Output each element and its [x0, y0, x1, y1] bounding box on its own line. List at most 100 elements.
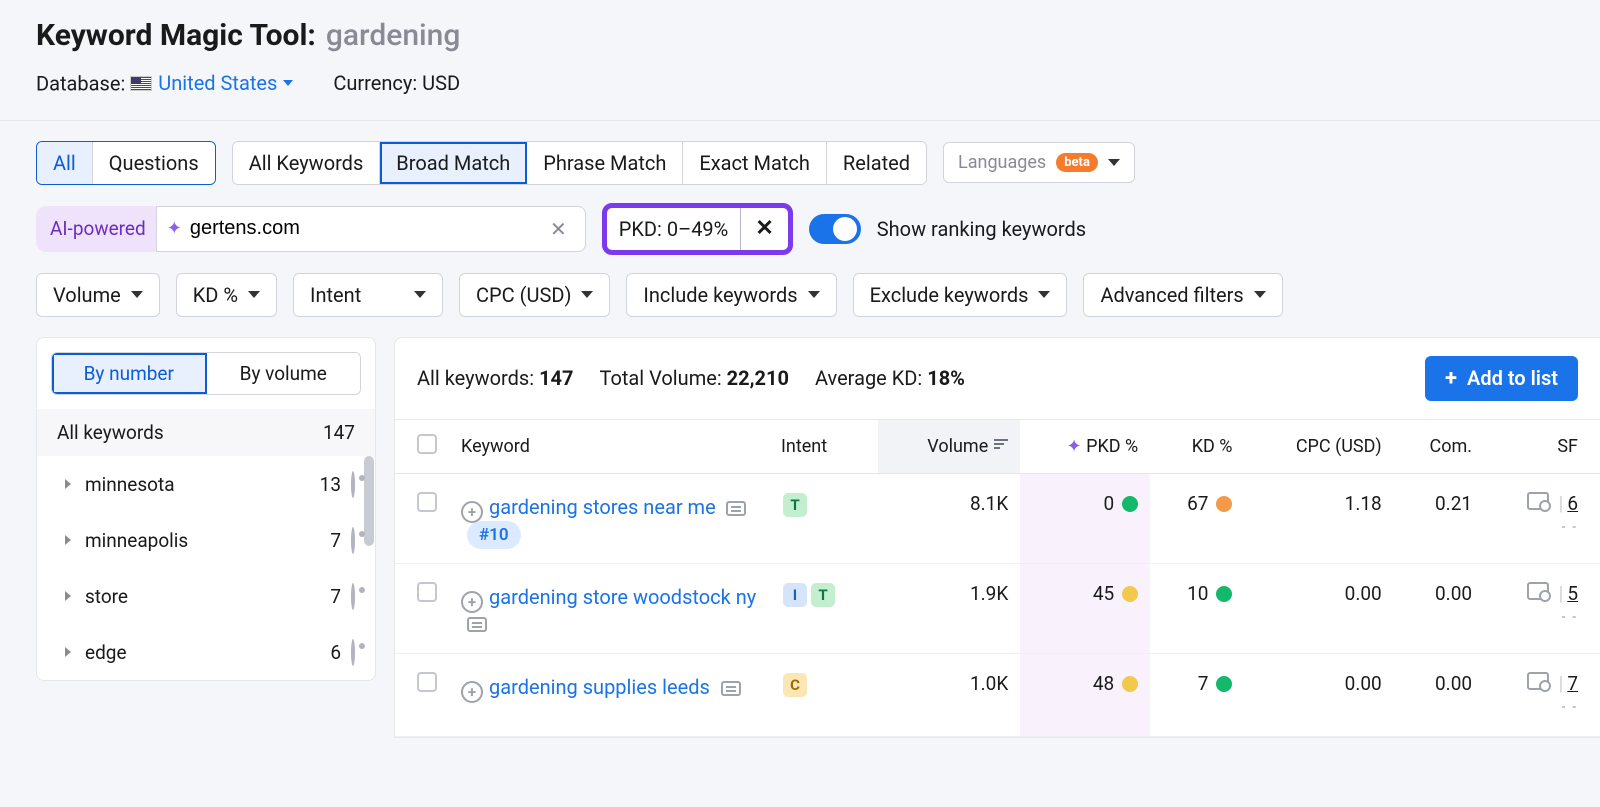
sidebar-item-label: minnesota	[85, 473, 175, 496]
eye-icon[interactable]	[351, 583, 355, 610]
sidebar-item[interactable]: minneapolis 7	[37, 512, 375, 568]
cell-pkd: 48	[1020, 653, 1150, 736]
summary-vol-value: 22,210	[727, 366, 789, 390]
chevron-down-icon	[1108, 159, 1120, 166]
filter-kd[interactable]: KD %	[176, 273, 277, 317]
tab-all[interactable]: All	[37, 142, 93, 184]
cell-kd: 10	[1150, 563, 1244, 653]
tab-questions[interactable]: Questions	[93, 142, 215, 184]
pkd-filter-remove[interactable]: ✕	[741, 208, 787, 250]
cell-com: 0.00	[1394, 653, 1484, 736]
filter-volume[interactable]: Volume	[36, 273, 160, 317]
currency-value: USD	[422, 71, 460, 95]
show-ranking-label: Show ranking keywords	[877, 217, 1086, 241]
filter-include[interactable]: Include keywords	[626, 273, 836, 317]
col-intent[interactable]: Intent	[769, 419, 878, 473]
intent-badge: I	[783, 583, 807, 607]
cell-cpc: 0.00	[1244, 653, 1393, 736]
domain-input[interactable]	[190, 217, 534, 240]
col-volume[interactable]: Volume	[878, 419, 1021, 473]
difficulty-dot	[1216, 496, 1232, 512]
sidebar-item-label: edge	[85, 641, 127, 664]
expand-keyword-button[interactable]: +	[461, 501, 483, 523]
expand-keyword-button[interactable]: +	[461, 681, 483, 703]
cell-com: 0.00	[1394, 563, 1484, 653]
difficulty-dot	[1122, 496, 1138, 512]
chevron-down-icon	[808, 291, 820, 298]
expand-keyword-button[interactable]: +	[461, 591, 483, 613]
serp-features-icon	[1527, 492, 1549, 510]
cell-cpc: 1.18	[1244, 473, 1393, 563]
tab-all-keywords[interactable]: All Keywords	[233, 142, 381, 184]
difficulty-dot	[1122, 676, 1138, 692]
serp-features-icon	[1527, 672, 1549, 690]
col-kd[interactable]: KD %	[1150, 419, 1244, 473]
row-checkbox[interactable]	[417, 582, 437, 602]
tab-group-match: All Keywords Broad Match Phrase Match Ex…	[232, 141, 927, 185]
cell-pkd: 0	[1020, 473, 1150, 563]
serp-icon[interactable]	[721, 681, 741, 696]
sidebar-item-label: store	[85, 585, 128, 608]
serp-icon[interactable]	[467, 617, 487, 632]
database-value: United States	[158, 71, 277, 95]
chevron-down-icon	[414, 291, 426, 298]
database-selector[interactable]: United States	[130, 71, 293, 95]
col-keyword[interactable]: Keyword	[449, 419, 769, 473]
pkd-filter-label[interactable]: PKD: 0–49%	[607, 208, 742, 250]
sparkle-icon: ✦	[1067, 436, 1082, 457]
keyword-link[interactable]: gardening store woodstock ny	[489, 585, 756, 609]
tab-phrase-match[interactable]: Phrase Match	[527, 142, 683, 184]
sidebar-all-keywords[interactable]: All keywords 147	[37, 409, 375, 456]
cell-volume: 8.1K	[878, 473, 1021, 563]
col-com[interactable]: Com.	[1394, 419, 1484, 473]
select-all-checkbox[interactable]	[417, 434, 437, 454]
col-cpc[interactable]: CPC (USD)	[1244, 419, 1393, 473]
intent-badge: T	[811, 583, 835, 607]
sidebar-item[interactable]: edge6	[37, 624, 375, 680]
languages-label: Languages	[958, 152, 1046, 173]
sidebar-scrollbar[interactable]	[364, 456, 374, 680]
keyword-link[interactable]: gardening supplies leeds	[489, 675, 710, 699]
show-ranking-toggle[interactable]	[809, 214, 861, 244]
eye-icon[interactable]	[351, 639, 355, 666]
tab-broad-match[interactable]: Broad Match	[380, 142, 527, 184]
sidebar-tab-by-volume[interactable]: By volume	[207, 353, 361, 394]
eye-icon[interactable]	[351, 527, 355, 554]
chevron-right-icon	[65, 591, 71, 601]
tab-exact-match[interactable]: Exact Match	[683, 142, 827, 184]
add-to-list-button[interactable]: + Add to list	[1425, 356, 1578, 401]
row-checkbox[interactable]	[417, 492, 437, 512]
keyword-link[interactable]: gardening stores near me	[489, 495, 716, 519]
results-panel: All keywords: 147 Total Volume: 22,210 A…	[394, 337, 1600, 738]
serp-icon[interactable]	[726, 501, 746, 516]
col-sf[interactable]: SF	[1484, 419, 1600, 473]
cell-kd: 7	[1150, 653, 1244, 736]
filter-exclude[interactable]: Exclude keywords	[853, 273, 1068, 317]
chevron-down-icon	[1038, 291, 1050, 298]
summary-allkw-value: 147	[539, 366, 573, 390]
rank-badge: #10	[467, 521, 521, 549]
summary-kd-label: Average KD:	[815, 366, 922, 390]
eye-icon[interactable]	[351, 471, 355, 498]
page-title: Keyword Magic Tool:	[36, 18, 316, 53]
languages-selector[interactable]: Languages beta	[943, 142, 1135, 183]
filter-cpc[interactable]: CPC (USD)	[459, 273, 610, 317]
filter-advanced[interactable]: Advanced filters	[1083, 273, 1282, 317]
sort-desc-icon	[994, 437, 1008, 451]
sidebar-tab-by-number[interactable]: By number	[52, 353, 207, 394]
beta-badge: beta	[1056, 153, 1098, 172]
cell-volume: 1.0K	[878, 653, 1021, 736]
sidebar-item-label: minneapolis	[85, 529, 188, 552]
sidebar-item[interactable]: store7	[37, 568, 375, 624]
us-flag-icon	[130, 76, 152, 91]
clear-domain-button[interactable]: ✕	[542, 213, 575, 245]
filter-intent[interactable]: Intent	[293, 273, 443, 317]
col-pkd[interactable]: ✦ PKD %	[1020, 419, 1150, 473]
tab-related[interactable]: Related	[827, 142, 926, 184]
cell-sf[interactable]: |5- -	[1484, 563, 1600, 653]
sidebar-item[interactable]: minnesota13	[37, 456, 375, 512]
sidebar-item-count: 7	[330, 529, 341, 552]
cell-sf[interactable]: |6- -	[1484, 473, 1600, 563]
cell-sf[interactable]: |7- -	[1484, 653, 1600, 736]
row-checkbox[interactable]	[417, 672, 437, 692]
